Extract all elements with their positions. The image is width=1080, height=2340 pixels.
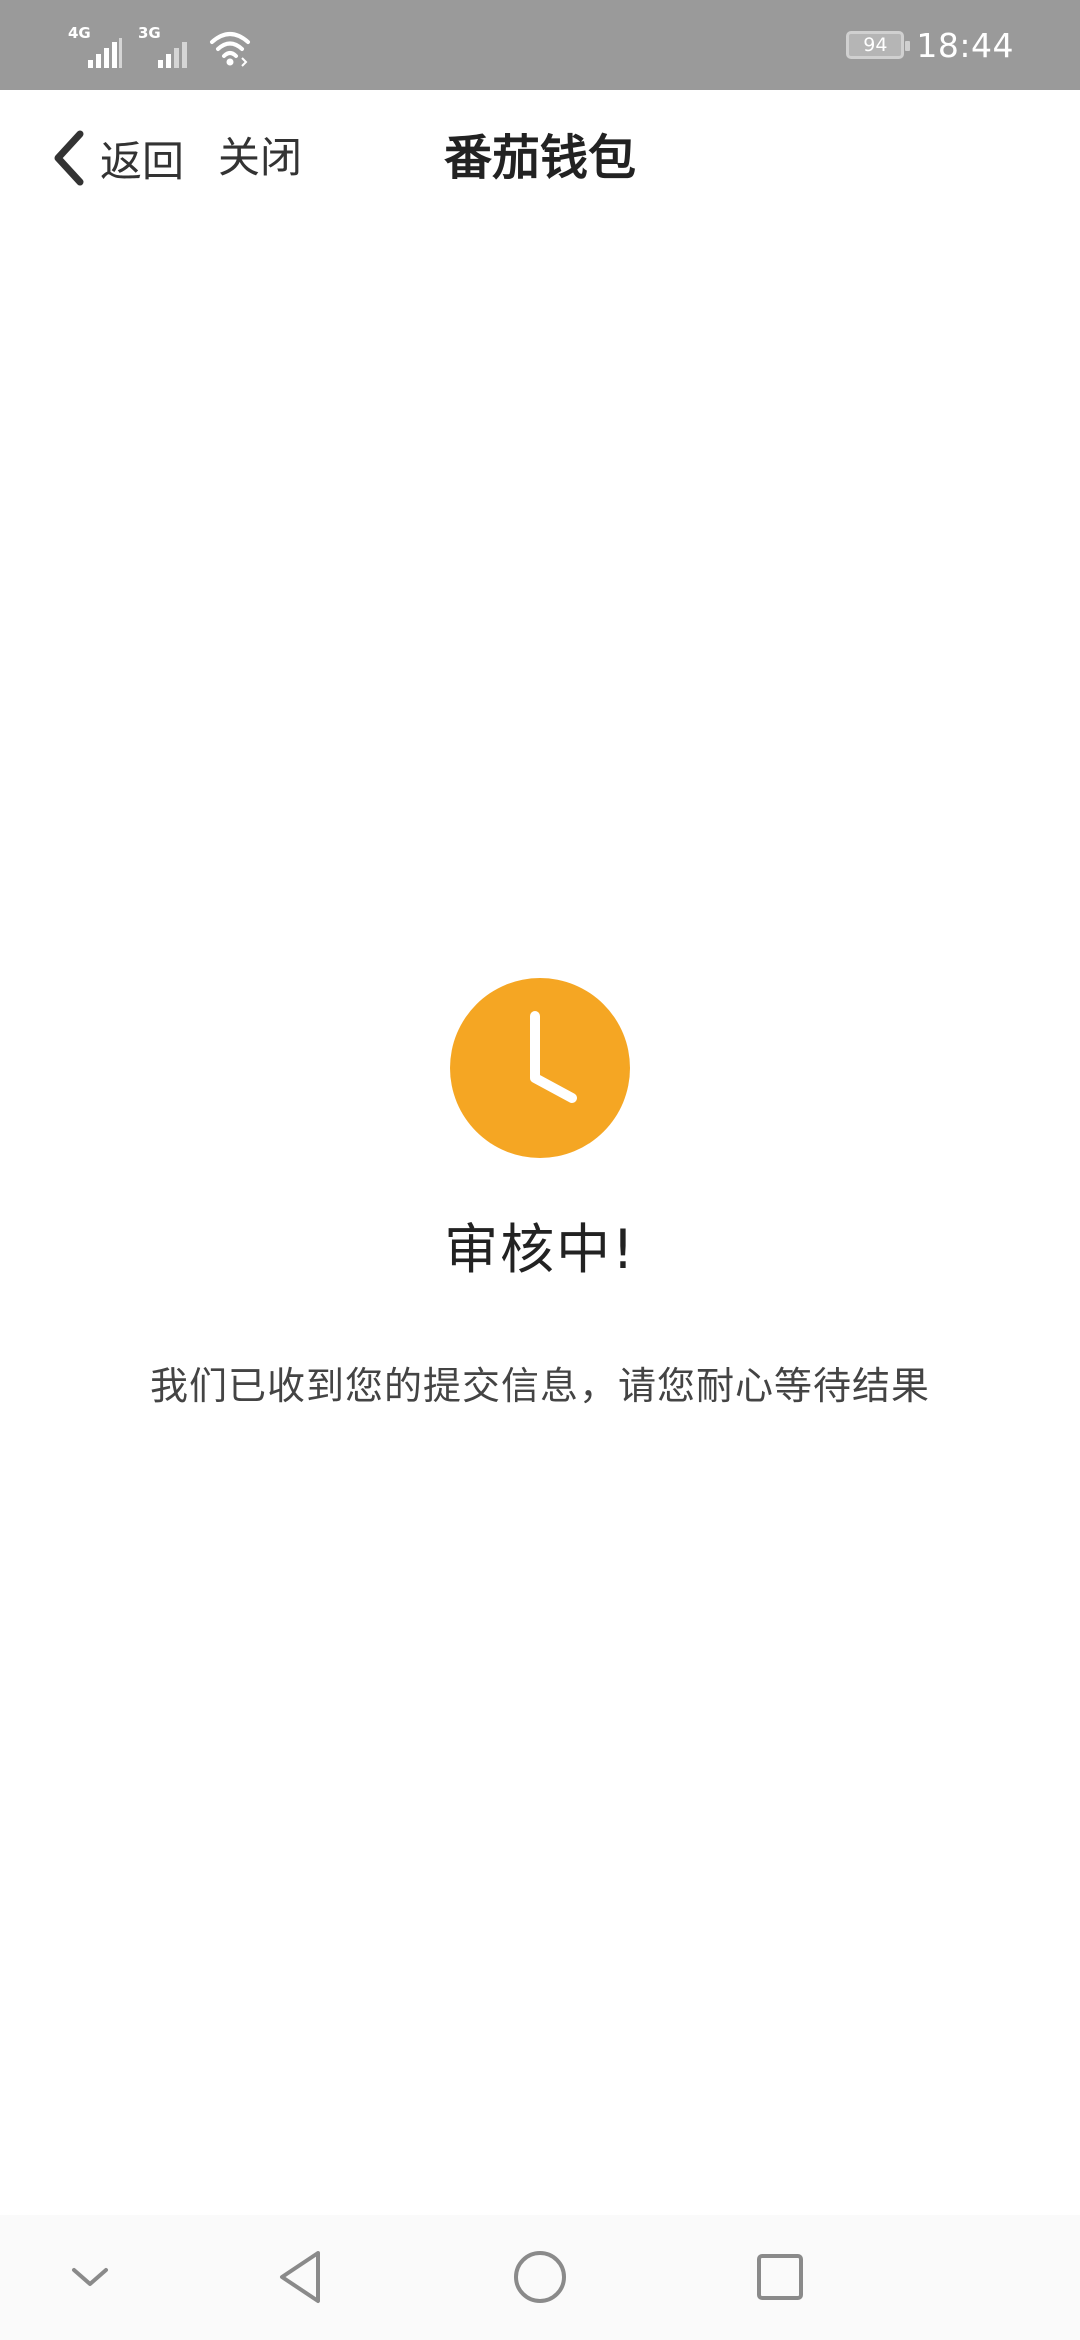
page-title: 番茄钱包 xyxy=(443,130,636,186)
status-description: 我们已收到您的提交信息，请您耐心等待结果 xyxy=(149,1364,930,1408)
battery-icon: 94 xyxy=(846,31,911,59)
back-triangle-icon xyxy=(280,2251,320,2303)
status-right: 94 18:44 xyxy=(846,22,1014,68)
nav-bar: 返回 关闭 番茄钱包 xyxy=(0,90,1080,225)
home-circle-icon xyxy=(514,2251,566,2303)
recents-square-icon xyxy=(757,2254,803,2300)
status-left: 4G 3G xyxy=(68,22,252,68)
system-recents-button[interactable] xyxy=(740,2237,820,2317)
chevron-down-icon xyxy=(72,2268,108,2286)
collapse-nav-button[interactable] xyxy=(50,2237,130,2317)
signal-3g-icon: 3G xyxy=(138,26,194,68)
battery-level: 94 xyxy=(863,34,888,56)
system-back-button[interactable] xyxy=(260,2237,340,2317)
clock-icon xyxy=(450,978,630,1158)
signal-4g-icon: 4G xyxy=(68,26,124,68)
status-bar: 4G 3G 94 18:44 xyxy=(0,0,1080,90)
wifi-icon xyxy=(210,32,250,67)
status-time: 18:44 xyxy=(916,25,1014,65)
system-nav-bar xyxy=(0,2215,1080,2340)
screen: 4G 3G 94 18:44 返回 关闭 番茄钱包 审核中! 我们已收到您的提交… xyxy=(0,0,1080,2340)
system-home-button[interactable] xyxy=(500,2237,580,2317)
status-title: 审核中! xyxy=(444,1218,636,1281)
